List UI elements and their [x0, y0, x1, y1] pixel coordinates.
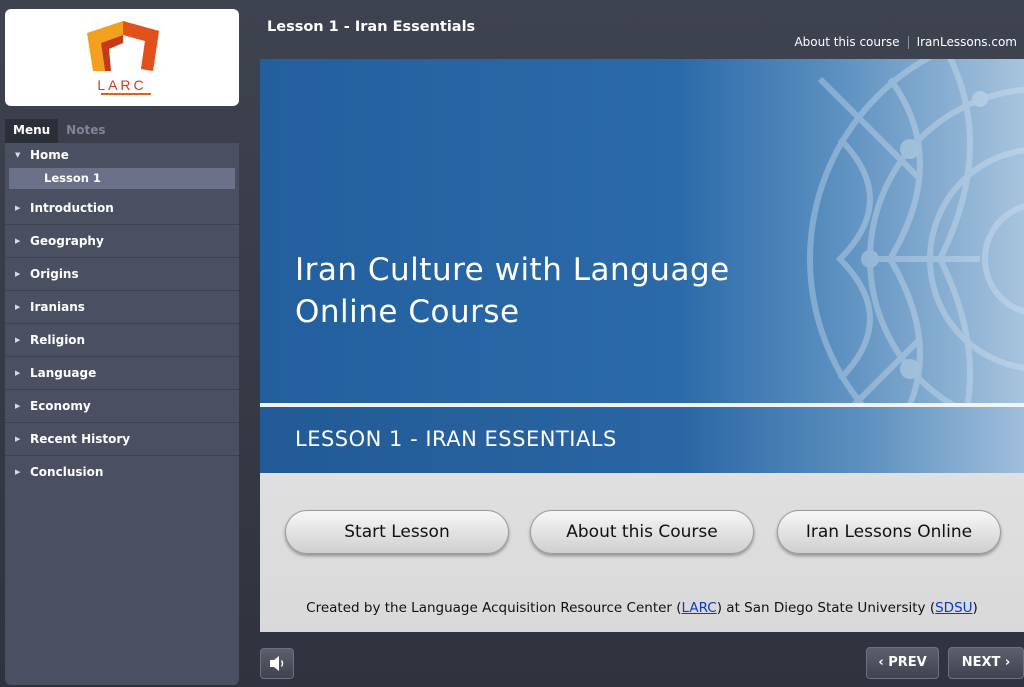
lesson-band: LESSON 1 - IRAN ESSENTIALS — [260, 407, 1024, 473]
triangle-right-icon: ▶ — [15, 204, 21, 212]
about-course-button[interactable]: About this Course — [530, 510, 754, 554]
credits-after: ) — [972, 600, 978, 616]
triangle-right-icon: ▶ — [15, 237, 21, 245]
sidebar-tabs: Menu Notes — [5, 119, 113, 143]
sidebar-item-label: Iranians — [30, 300, 85, 314]
larc-logo-mark-icon — [87, 21, 159, 71]
larc-logo[interactable]: LARC — [5, 9, 239, 106]
sidebar-item-label: Conclusion — [30, 465, 104, 479]
next-button[interactable]: NEXT › — [948, 647, 1024, 679]
sound-button[interactable] — [260, 648, 294, 679]
logo-text: LARC — [97, 77, 147, 93]
tab-notes[interactable]: Notes — [58, 119, 113, 143]
triangle-right-icon: ▶ — [15, 336, 21, 344]
sidebar-item-label: Introduction — [30, 201, 114, 215]
course-content: Iran Culture with Language Online Course… — [260, 59, 1024, 632]
lesson-title: Lesson 1 - Iran Essentials — [267, 19, 476, 35]
link-divider — [907, 35, 909, 49]
credits-text: Created by the Language Acquisition Reso… — [260, 600, 1024, 616]
about-course-link[interactable]: About this course — [794, 35, 899, 49]
sidebar-item-language[interactable]: ▶ Language — [5, 357, 239, 390]
logo-underline — [101, 93, 151, 95]
sidebar-item-label: Lesson 1 — [44, 171, 101, 185]
iran-lessons-online-button[interactable]: Iran Lessons Online — [777, 510, 1001, 554]
triangle-down-icon: ▼ — [15, 151, 21, 159]
triangle-right-icon: ▶ — [15, 369, 21, 377]
sidebar-item-label: Origins — [30, 267, 79, 281]
lesson-subtitle: LESSON 1 - IRAN ESSENTIALS — [295, 427, 617, 451]
sidebar-item-label: Economy — [30, 399, 91, 413]
chevron-left-icon: ‹ — [878, 655, 889, 670]
sidebar-item-label: Recent History — [30, 432, 131, 446]
menu-panel: ▼ Home Lesson 1 ▶ Introduction ▶ Geograp… — [5, 143, 239, 685]
sidebar-item-recent-history[interactable]: ▶ Recent History — [5, 423, 239, 456]
sidebar-item-introduction[interactable]: ▶ Introduction — [5, 192, 239, 225]
sidebar-item-religion[interactable]: ▶ Religion — [5, 324, 239, 357]
triangle-right-icon: ▶ — [15, 435, 21, 443]
sidebar-item-label: Geography — [30, 234, 104, 248]
credits-middle: ) at San Diego State University ( — [716, 600, 936, 616]
next-label: NEXT — [961, 655, 1001, 670]
sidebar-item-geography[interactable]: ▶ Geography — [5, 225, 239, 258]
speaker-icon — [270, 656, 284, 671]
sidebar-item-lesson-1[interactable]: Lesson 1 — [9, 168, 235, 189]
course-banner: Iran Culture with Language Online Course… — [260, 59, 1024, 473]
sidebar-item-conclusion[interactable]: ▶ Conclusion — [5, 456, 239, 489]
larc-link[interactable]: LARC — [682, 600, 717, 616]
top-links: About this course IranLessons.com — [794, 35, 1017, 49]
sidebar-item-home[interactable]: ▼ Home — [5, 143, 239, 167]
sidebar-item-origins[interactable]: ▶ Origins — [5, 258, 239, 291]
sidebar: LARC Menu Notes ▼ Home Lesson 1 ▶ Introd… — [5, 9, 239, 685]
course-title: Iran Culture with Language Online Course — [295, 252, 730, 330]
triangle-right-icon: ▶ — [15, 270, 21, 278]
credits-before: Created by the Language Acquisition Reso… — [306, 600, 682, 616]
triangle-right-icon: ▶ — [15, 402, 21, 410]
tab-menu[interactable]: Menu — [5, 119, 59, 143]
triangle-right-icon: ▶ — [15, 303, 21, 311]
sidebar-item-economy[interactable]: ▶ Economy — [5, 390, 239, 423]
triangle-right-icon: ▶ — [15, 468, 21, 476]
prev-label: PREV — [888, 655, 927, 670]
sdsu-link[interactable]: SDSU — [935, 600, 972, 616]
sidebar-item-label: Language — [30, 366, 97, 380]
sidebar-item-label: Religion — [30, 333, 86, 347]
sidebar-item-label: Home — [30, 148, 69, 162]
sidebar-item-iranians[interactable]: ▶ Iranians — [5, 291, 239, 324]
prev-button[interactable]: ‹ PREV — [866, 647, 939, 679]
chevron-right-icon: › — [1000, 655, 1011, 670]
start-lesson-button[interactable]: Start Lesson — [285, 510, 509, 554]
iranlessons-link[interactable]: IranLessons.com — [917, 35, 1017, 49]
